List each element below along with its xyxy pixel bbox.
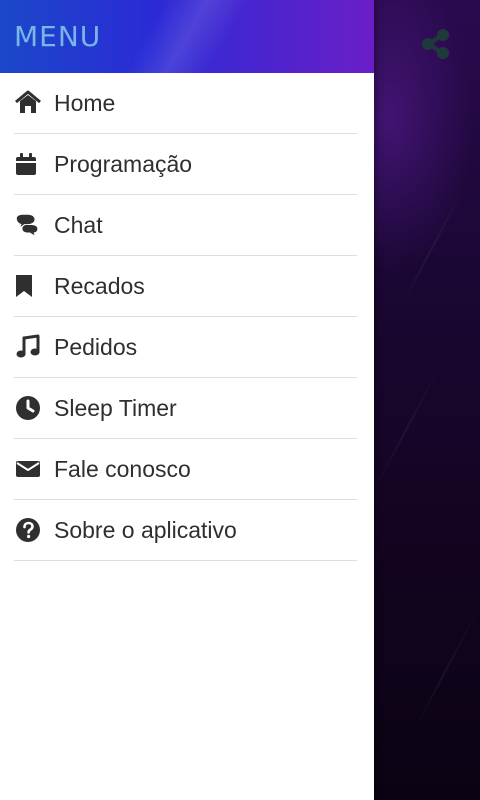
menu-item-label: Pedidos bbox=[54, 333, 138, 360]
app-root: MENU Home Programação Chat Recados Pedid… bbox=[0, 0, 480, 800]
envelope-icon bbox=[14, 455, 42, 483]
menu-item-label: Sobre o aplicativo bbox=[54, 516, 237, 543]
menu-item-home[interactable]: Home bbox=[14, 73, 357, 134]
background-streak bbox=[412, 607, 480, 733]
drawer-title: MENU bbox=[14, 20, 102, 53]
music-note-icon bbox=[14, 333, 42, 361]
calendar-icon bbox=[14, 150, 42, 178]
share-icon-graphic bbox=[422, 29, 449, 59]
menu-item-label: Programação bbox=[54, 150, 193, 177]
menu-list: Home Programação Chat Recados Pedidos Sl… bbox=[0, 73, 374, 561]
drawer-header: MENU bbox=[0, 0, 374, 73]
menu-item-sleep-timer[interactable]: Sleep Timer bbox=[14, 378, 357, 439]
share-icon[interactable] bbox=[416, 24, 456, 64]
menu-item-label: Home bbox=[54, 89, 116, 116]
menu-item-label: Fale conosco bbox=[54, 455, 191, 482]
menu-item-label: Chat bbox=[54, 211, 103, 238]
menu-item-fale-conosco[interactable]: Fale conosco bbox=[14, 439, 357, 500]
menu-item-recados[interactable]: Recados bbox=[14, 256, 357, 317]
menu-item-label: Sleep Timer bbox=[54, 394, 177, 421]
navigation-drawer: MENU Home Programação Chat Recados Pedid… bbox=[0, 0, 374, 800]
menu-item-programacao[interactable]: Programação bbox=[14, 134, 357, 195]
menu-item-pedidos[interactable]: Pedidos bbox=[14, 317, 357, 378]
menu-item-sobre-o-aplicativo[interactable]: Sobre o aplicativo bbox=[14, 500, 357, 561]
background-streak bbox=[397, 187, 465, 313]
clock-icon bbox=[14, 394, 42, 422]
bookmark-icon bbox=[14, 272, 42, 300]
home-icon bbox=[14, 89, 42, 117]
background-streak bbox=[372, 367, 440, 493]
chat-icon bbox=[14, 211, 42, 239]
menu-item-chat[interactable]: Chat bbox=[14, 195, 357, 256]
menu-item-label: Recados bbox=[54, 272, 145, 299]
question-circle-icon bbox=[14, 516, 42, 544]
